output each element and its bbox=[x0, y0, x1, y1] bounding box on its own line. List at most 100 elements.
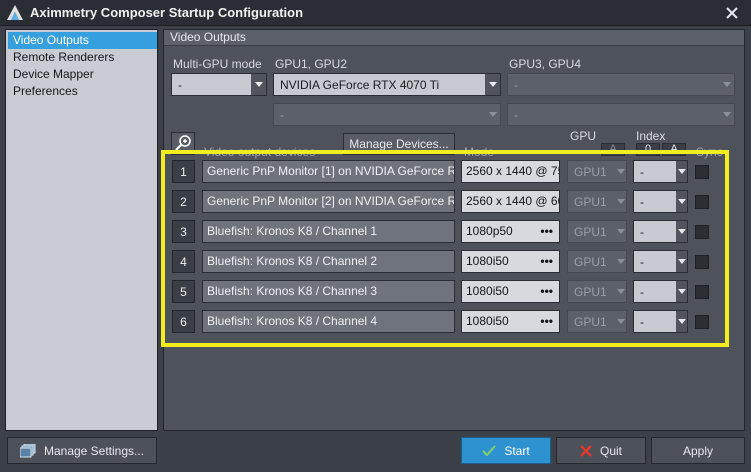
gpu12-primary-select[interactable]: NVIDIA GeForce RTX 4070 Ti bbox=[273, 73, 501, 96]
mode-field[interactable]: 1080i50 ••• bbox=[461, 280, 560, 303]
manage-settings-button[interactable]: Manage Settings... bbox=[7, 437, 157, 464]
index-value: - bbox=[640, 225, 644, 239]
index-select[interactable]: - bbox=[633, 190, 688, 213]
more-options-icon[interactable]: ••• bbox=[540, 281, 553, 302]
index-value: - bbox=[640, 255, 644, 269]
close-button[interactable] bbox=[719, 2, 745, 24]
gpu-select[interactable]: GPU1 bbox=[567, 160, 627, 183]
multi-gpu-mode-label: Multi-GPU mode bbox=[173, 57, 262, 71]
gpu12-secondary-select[interactable]: - bbox=[273, 103, 501, 126]
device-field[interactable]: Bluefish: Kronos K8 / Channel 1 bbox=[202, 220, 455, 243]
gpu34-secondary-value: - bbox=[514, 108, 518, 122]
gpu-value: GPU1 bbox=[574, 255, 607, 269]
chevron-down-icon bbox=[251, 74, 266, 95]
index-value: - bbox=[640, 195, 644, 209]
index-select[interactable]: - bbox=[633, 220, 688, 243]
gpu12-secondary-value: - bbox=[280, 108, 284, 122]
device-field[interactable]: Generic PnP Monitor [2] on NVIDIA GeForc… bbox=[202, 190, 455, 213]
chevron-down-icon bbox=[676, 191, 687, 212]
gpu-select[interactable]: GPU1 bbox=[567, 250, 627, 273]
more-options-icon[interactable]: ••• bbox=[540, 311, 553, 332]
manage-settings-label: Manage Settings... bbox=[43, 443, 145, 458]
quit-button[interactable]: Quit bbox=[556, 437, 646, 464]
gpu-select[interactable]: GPU1 bbox=[567, 310, 627, 333]
start-button[interactable]: Start bbox=[461, 437, 551, 464]
gpu-value: GPU1 bbox=[574, 225, 607, 239]
multi-gpu-mode-select[interactable]: - bbox=[171, 73, 267, 96]
chevron-down-icon bbox=[485, 74, 500, 95]
title-bar: Aximmetry Composer Startup Configuration bbox=[0, 0, 751, 26]
sync-checkbox[interactable] bbox=[695, 315, 709, 329]
index-select[interactable]: - bbox=[633, 280, 688, 303]
window-title: Aximmetry Composer Startup Configuration bbox=[30, 5, 304, 20]
index-column-header: Index bbox=[636, 129, 666, 143]
index-value: - bbox=[640, 315, 644, 329]
gpu-value: GPU1 bbox=[574, 165, 607, 179]
gpu-select[interactable]: GPU1 bbox=[567, 280, 627, 303]
gpu-value: GPU1 bbox=[574, 285, 607, 299]
mode-field[interactable]: 2560 x 1440 @ 60 bbox=[461, 190, 560, 213]
device-field[interactable]: Bluefish: Kronos K8 / Channel 4 bbox=[202, 310, 455, 333]
close-icon bbox=[726, 7, 738, 19]
panel-header: Video Outputs bbox=[164, 30, 744, 46]
chevron-down-icon bbox=[615, 191, 626, 212]
checkmark-icon bbox=[482, 445, 497, 456]
index-value: - bbox=[640, 285, 644, 299]
sync-checkbox[interactable] bbox=[695, 195, 709, 209]
gpu34-primary-value: - bbox=[514, 78, 518, 92]
row-number: 5 bbox=[172, 280, 195, 303]
mode-field[interactable]: 1080p50 ••• bbox=[461, 220, 560, 243]
gpu-value: GPU1 bbox=[574, 315, 607, 329]
mode-value: 2560 x 1440 @ 75 bbox=[466, 164, 560, 178]
gpu-column-header: GPU bbox=[570, 129, 597, 143]
row-number: 1 bbox=[172, 160, 195, 183]
sync-checkbox[interactable] bbox=[695, 225, 709, 239]
gpu-select[interactable]: GPU1 bbox=[567, 190, 627, 213]
sync-checkbox[interactable] bbox=[695, 165, 709, 179]
sync-checkbox[interactable] bbox=[695, 255, 709, 269]
chevron-down-icon bbox=[615, 251, 626, 272]
mode-field[interactable]: 2560 x 1440 @ 75 bbox=[461, 160, 560, 183]
device-field[interactable]: Bluefish: Kronos K8 / Channel 3 bbox=[202, 280, 455, 303]
close-x-icon bbox=[580, 444, 592, 457]
chevron-down-icon bbox=[719, 74, 734, 95]
index-select[interactable]: - bbox=[633, 160, 688, 183]
app-logo-icon bbox=[7, 5, 23, 20]
chevron-down-icon bbox=[615, 221, 626, 242]
index-select[interactable]: - bbox=[633, 250, 688, 273]
gpu34-primary-select[interactable]: - bbox=[507, 73, 735, 96]
chevron-down-icon bbox=[676, 281, 687, 302]
quit-label: Quit bbox=[599, 443, 622, 458]
sidebar-item-device-mapper[interactable]: Device Mapper bbox=[8, 66, 157, 83]
index-select[interactable]: - bbox=[633, 310, 688, 333]
chevron-down-icon bbox=[719, 104, 734, 125]
chevron-down-icon bbox=[615, 161, 626, 182]
sidebar: Video Outputs Remote Renderers Device Ma… bbox=[5, 29, 158, 431]
mode-value: 1080p50 bbox=[466, 224, 513, 238]
chevron-down-icon bbox=[485, 104, 500, 125]
sync-checkbox[interactable] bbox=[695, 285, 709, 299]
sidebar-item-preferences[interactable]: Preferences bbox=[8, 83, 157, 100]
gpu34-secondary-select[interactable]: - bbox=[507, 103, 735, 126]
device-field[interactable]: Generic PnP Monitor [1] on NVIDIA GeForc… bbox=[202, 160, 455, 183]
multi-gpu-mode-value: - bbox=[178, 78, 182, 92]
row-number: 4 bbox=[172, 250, 195, 273]
chevron-down-icon bbox=[615, 311, 626, 332]
mode-field[interactable]: 1080i50 ••• bbox=[461, 310, 560, 333]
gpu-select[interactable]: GPU1 bbox=[567, 220, 627, 243]
more-options-icon[interactable]: ••• bbox=[540, 221, 553, 242]
sidebar-item-video-outputs[interactable]: Video Outputs bbox=[8, 32, 157, 49]
row-number: 3 bbox=[172, 220, 195, 243]
device-field[interactable]: Bluefish: Kronos K8 / Channel 2 bbox=[202, 250, 455, 273]
sidebar-item-remote-renderers[interactable]: Remote Renderers bbox=[8, 49, 157, 66]
gpu12-primary-value: NVIDIA GeForce RTX 4070 Ti bbox=[280, 78, 440, 92]
mode-value: 1080i50 bbox=[466, 314, 509, 328]
gpu12-label: GPU1, GPU2 bbox=[275, 57, 348, 71]
chevron-down-icon bbox=[676, 161, 687, 182]
mode-field[interactable]: 1080i50 ••• bbox=[461, 250, 560, 273]
mode-value: 1080i50 bbox=[466, 254, 509, 268]
apply-button[interactable]: Apply bbox=[651, 437, 745, 464]
more-options-icon[interactable]: ••• bbox=[540, 251, 553, 272]
mode-value: 1080i50 bbox=[466, 284, 509, 298]
index-value: - bbox=[640, 165, 644, 179]
